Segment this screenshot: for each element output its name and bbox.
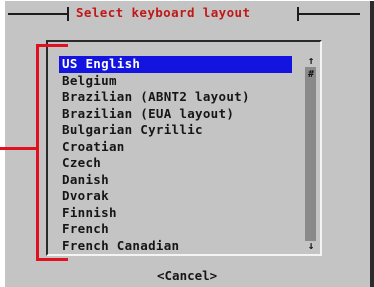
list-item-9[interactable]: Finnish xyxy=(59,205,292,222)
list-item-2[interactable]: Brazilian (ABNT2 layout) xyxy=(59,89,292,106)
list-item-8[interactable]: Dvorak xyxy=(59,188,292,205)
list-item-10[interactable]: French xyxy=(59,221,292,238)
list-item-0[interactable]: US English xyxy=(59,56,292,73)
list-item-1[interactable]: Belgium xyxy=(59,73,292,90)
list-item-6[interactable]: Czech xyxy=(59,155,292,172)
scrollbar-track[interactable] xyxy=(305,67,316,241)
annotation-bracket-bottom xyxy=(36,258,68,261)
scroll-down-arrow-icon[interactable]: ↓ xyxy=(306,240,316,252)
annotation-pointer-line xyxy=(0,147,38,150)
window-frame-right xyxy=(370,0,374,287)
scroll-up-arrow-icon[interactable]: ↑ xyxy=(306,55,316,67)
list-item-11[interactable]: French Canadian xyxy=(59,238,292,255)
window-frame-top xyxy=(0,0,374,1)
title-rule-right xyxy=(298,13,360,15)
annotation-bracket-top xyxy=(36,44,68,47)
cancel-button[interactable]: <Cancel> xyxy=(157,268,217,283)
title-rule-left xyxy=(8,13,68,15)
list-item-4[interactable]: Bulgarian Cyrillic xyxy=(59,122,292,139)
list-item-5[interactable]: Croatian xyxy=(59,139,292,156)
dialog-title: Select keyboard layout xyxy=(76,5,251,20)
window-frame-left xyxy=(0,0,5,287)
list-item-7[interactable]: Danish xyxy=(59,172,292,189)
list-item-3[interactable]: Brazilian (EUA layout) xyxy=(59,106,292,123)
annotation-bracket-spine xyxy=(36,44,39,261)
keyboard-layout-list[interactable]: US English Belgium Brazilian (ABNT2 layo… xyxy=(59,56,292,254)
scroll-thumb[interactable]: # xyxy=(306,69,316,81)
title-tick-left xyxy=(67,7,69,21)
